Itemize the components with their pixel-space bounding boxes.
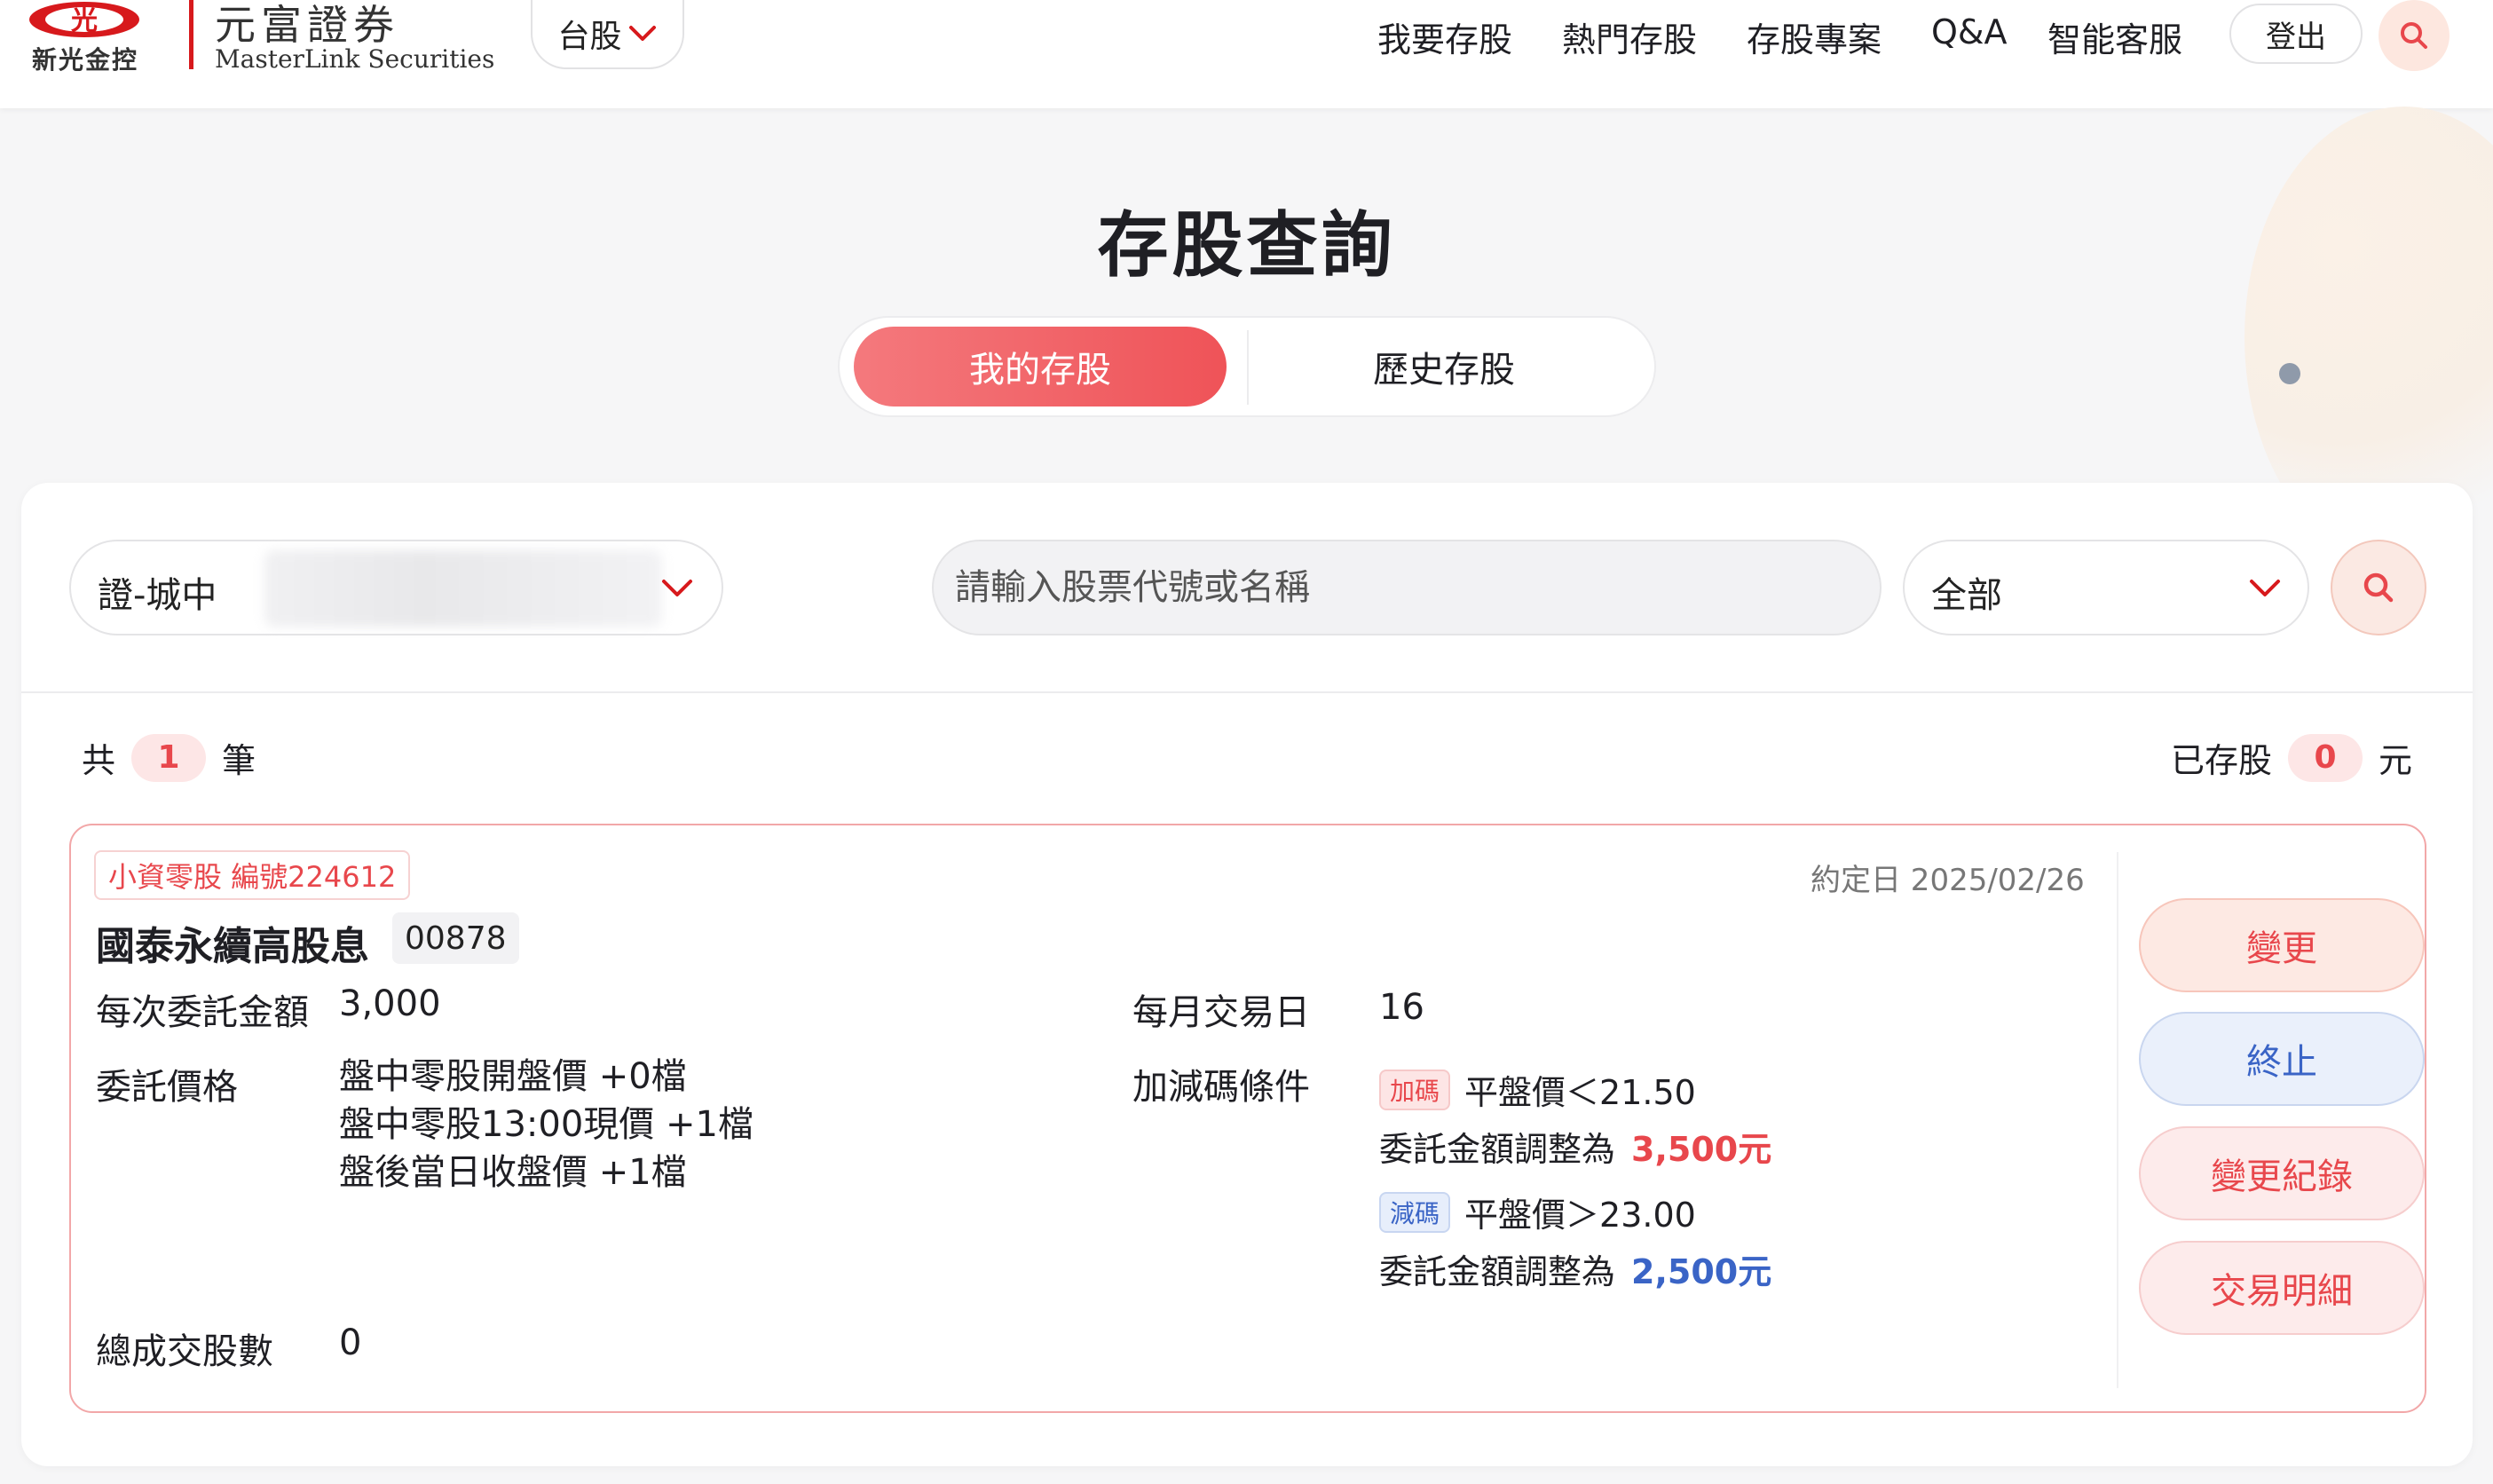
nav-item-projects[interactable]: 存股專案 xyxy=(1747,12,1882,61)
account-number-masked xyxy=(264,550,662,627)
stock-name: 國泰永續高股息 xyxy=(96,924,369,969)
sub-amount-value: 2,500元 xyxy=(1631,1252,1772,1291)
brand-name-en: MasterLink Securities xyxy=(215,44,495,74)
add-amount-value: 3,500元 xyxy=(1631,1130,1772,1169)
sub-amount-label: 委託金額調整為 xyxy=(1379,1252,1616,1291)
page-title: 存股查詢 xyxy=(1097,204,1396,287)
terminate-button[interactable]: 終止 xyxy=(2139,1012,2425,1106)
add-condition: 加碼 平盤價＜21.50 xyxy=(1379,1065,1696,1114)
add-rule: 平盤價＜21.50 xyxy=(1464,1073,1696,1112)
filter-divider xyxy=(21,691,2473,693)
add-amount: 委託金額調整為 3,500元 xyxy=(1379,1122,1771,1171)
amount-label: 每次委託金額 xyxy=(96,992,309,1033)
search-button[interactable] xyxy=(2331,540,2426,635)
transaction-details-button[interactable]: 交易明細 xyxy=(2139,1241,2425,1335)
record-count-badge: 1 xyxy=(131,733,207,782)
record-count-prefix: 共 xyxy=(82,741,116,780)
nav-item-support[interactable]: 智能客服 xyxy=(2047,12,2182,61)
condition-label: 加減碼條件 xyxy=(1132,1067,1310,1108)
account-select[interactable]: 證-城中 xyxy=(69,540,723,635)
indicator-dot xyxy=(2279,363,2300,384)
agreement-date: 約定日 2025/02/26 xyxy=(1811,863,2085,898)
chevron-down-icon xyxy=(2250,580,2280,596)
record-count-suffix: 筆 xyxy=(222,741,256,780)
holdings-panel: 證-城中 全部 共 1 筆 已存股 0 元 小資零股 編號224612 約定日 … xyxy=(21,483,2473,1466)
tab-group: 我的存股 歷史存股 xyxy=(838,316,1656,417)
change-history-button[interactable]: 變更紀錄 xyxy=(2139,1126,2425,1220)
tab-history[interactable]: 歷史存股 xyxy=(1244,327,1644,407)
actions-divider xyxy=(2117,852,2118,1388)
top-header: 光 新光金控 元富證券 MasterLink Securities 台股 我要存… xyxy=(0,0,2493,108)
price-value-line: 盤中零股開盤價 +0檔 xyxy=(339,1056,687,1097)
nav-item-apply[interactable]: 我要存股 xyxy=(1377,12,1512,61)
add-amount-label: 委託金額調整為 xyxy=(1379,1130,1616,1169)
stock-search-input[interactable] xyxy=(932,540,1882,635)
saved-amount: 已存股 0 元 xyxy=(2171,733,2412,782)
logo-emblem: 光 新光金控 xyxy=(27,0,142,80)
market-selector-value: 台股 xyxy=(557,19,622,55)
change-button[interactable]: 變更 xyxy=(2139,898,2425,992)
svg-text:光: 光 xyxy=(71,5,98,36)
search-icon xyxy=(2363,572,2394,603)
logout-button[interactable]: 登出 xyxy=(2229,4,2363,64)
price-value-line: 盤後當日收盤價 +1檔 xyxy=(339,1152,687,1193)
holding-card: 小資零股 編號224612 約定日 2025/02/26 國泰永續高股息 008… xyxy=(69,824,2426,1413)
saved-amount-badge: 0 xyxy=(2287,733,2363,782)
stock-code: 00878 xyxy=(392,912,519,964)
amount-value: 3,000 xyxy=(339,983,441,1024)
price-label: 委託價格 xyxy=(96,1067,238,1108)
header-search-button[interactable] xyxy=(2379,0,2450,71)
price-value-line: 盤中零股13:00現價 +1檔 xyxy=(339,1104,753,1145)
sub-condition: 減碼 平盤價＞23.00 xyxy=(1379,1188,1696,1236)
plan-tag: 小資零股 編號224612 xyxy=(94,850,411,900)
logo-oval-icon: 光 xyxy=(29,2,139,37)
record-count: 共 1 筆 xyxy=(82,733,256,782)
price-values: 盤中零股開盤價 +0檔 盤中零股13:00現價 +1檔 盤後當日收盤價 +1檔 xyxy=(339,1053,753,1196)
saved-amount-prefix: 已存股 xyxy=(2170,741,2272,780)
brand-logo[interactable]: 光 新光金控 元富證券 MasterLink Securities xyxy=(27,0,494,80)
sub-rule: 平盤價＞23.00 xyxy=(1464,1196,1696,1235)
logo-divider xyxy=(189,0,193,69)
saved-amount-suffix: 元 xyxy=(2378,741,2412,780)
search-icon xyxy=(2401,22,2427,49)
group-name: 新光金控 xyxy=(32,45,139,75)
sub-badge: 減碼 xyxy=(1379,1191,1451,1233)
trade-day-label: 每月交易日 xyxy=(1132,992,1310,1033)
sub-amount: 委託金額調整為 2,500元 xyxy=(1379,1244,1771,1293)
chevron-down-icon xyxy=(628,26,656,41)
stock-type-select[interactable]: 全部 xyxy=(1903,540,2309,635)
chevron-down-icon xyxy=(662,580,692,596)
account-select-value: 證-城中 xyxy=(98,575,217,616)
total-shares-value: 0 xyxy=(339,1322,362,1363)
tab-my-holdings[interactable]: 我的存股 xyxy=(854,327,1227,407)
total-shares-label: 總成交股數 xyxy=(96,1331,273,1372)
trade-day-value: 16 xyxy=(1379,987,1424,1028)
nav-item-qa[interactable]: Q&A xyxy=(1931,12,2008,51)
market-selector[interactable]: 台股 xyxy=(531,0,684,69)
nav-item-popular[interactable]: 熱門存股 xyxy=(1562,12,1697,61)
add-badge: 加碼 xyxy=(1379,1069,1451,1110)
stock-type-value: 全部 xyxy=(1931,575,2002,616)
